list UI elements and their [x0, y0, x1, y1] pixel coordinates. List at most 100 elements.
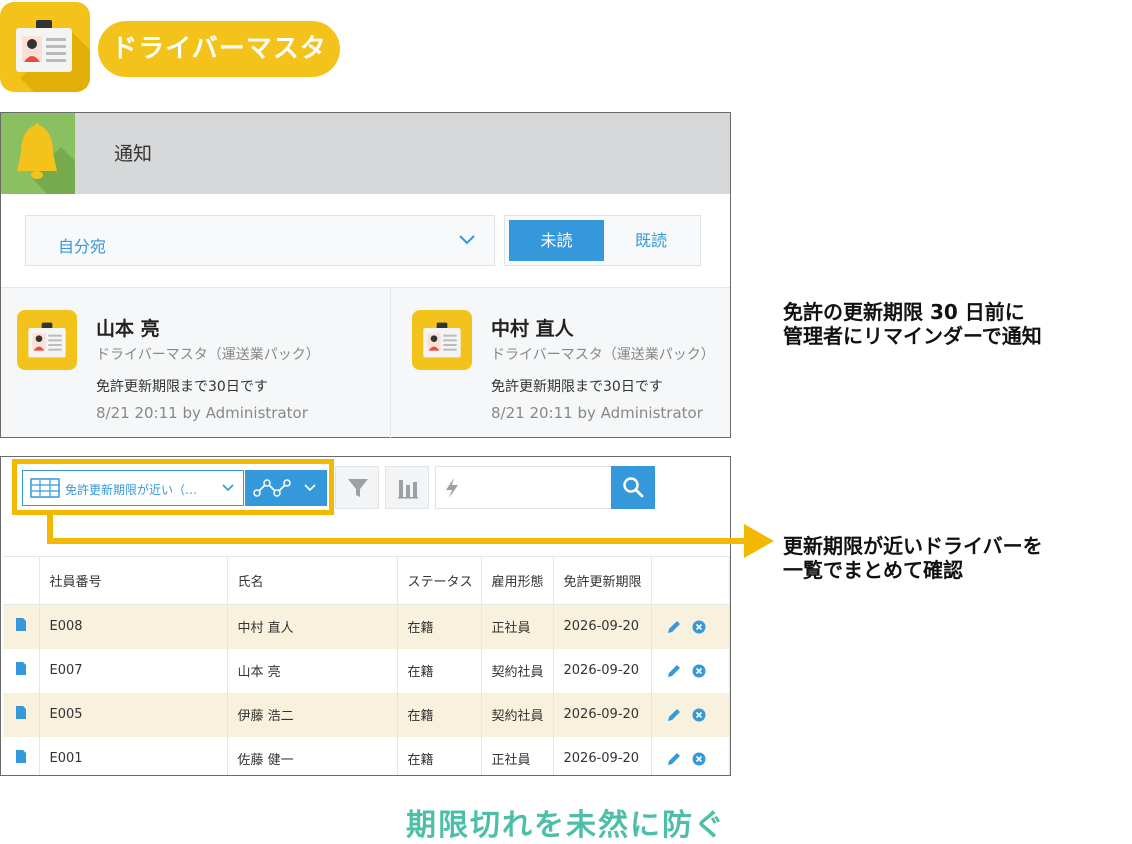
read-status-toggle: 未読 既読 [504, 215, 701, 266]
table-header-actions [651, 556, 730, 605]
recipient-filter-value: 自分宛 [58, 237, 107, 256]
read-tab[interactable]: 既読 [605, 220, 697, 261]
cell-license-expiry: 2026-09-20 [553, 648, 652, 693]
cell-license-expiry: 2026-09-20 [553, 692, 652, 737]
table-row: E008 中村 直人 在籍 正社員 2026-09-20 [3, 604, 730, 649]
search-input[interactable] [435, 466, 612, 509]
app-avatar [17, 310, 77, 370]
app-avatar [412, 310, 472, 370]
list-caption-line1: 更新期限が近いドライバーを [783, 534, 1043, 558]
list-caption-line2: 一覧でまとめて確認 [783, 558, 963, 582]
cell-status: 在籍 [397, 692, 482, 737]
record-table: 社員番号 氏名 ステータス 雇用形態 免許更新期限 E008 中村 直人 在籍 … [3, 556, 730, 775]
graph-select[interactable] [245, 470, 327, 506]
funnel-icon [348, 479, 368, 497]
notification-header: 通知 [1, 113, 730, 194]
cell-employment-type: 正社員 [481, 604, 554, 649]
notification-card[interactable]: 中村 直人 ドライバーマスタ（運送業パック） 免許更新期限まで30日です 8/2… [390, 288, 730, 438]
line-graph-icon [253, 479, 291, 497]
table-header-row: 社員番号 氏名 ステータス 雇用形態 免許更新期限 [3, 556, 730, 605]
cell-employment-type: 正社員 [481, 736, 554, 775]
chevron-down-icon [304, 484, 316, 492]
search-button[interactable] [611, 466, 655, 509]
table-icon [30, 478, 60, 498]
notification-card[interactable]: 山本 亮 ドライバーマスタ（運送業パック） 免許更新期限まで30日です 8/21… [1, 288, 365, 438]
cell-status: 在籍 [397, 604, 482, 649]
row-actions [651, 604, 730, 649]
document-icon [15, 706, 26, 719]
id-card-icon [28, 322, 66, 358]
column-header-employment-type[interactable]: 雇用形態 [481, 556, 554, 605]
delete-icon[interactable] [692, 664, 706, 678]
column-header-name[interactable]: 氏名 [227, 556, 398, 605]
table-row: E005 伊藤 浩二 在籍 契約社員 2026-09-20 [3, 692, 730, 737]
slogan: 期限切れを未然に防ぐ [406, 808, 726, 843]
notification-cards: 山本 亮 ドライバーマスタ（運送業パック） 免許更新期限まで30日です 8/21… [1, 287, 730, 438]
pencil-icon[interactable] [666, 619, 682, 635]
notification-message: 免許更新期限まで30日です [96, 379, 268, 395]
cell-employee-id: E005 [39, 692, 228, 737]
view-select-label: 免許更新期限が近い（… [65, 483, 198, 497]
arrow-right-icon [744, 524, 774, 558]
connector-line-horizontal [47, 538, 747, 544]
chart-button[interactable] [385, 466, 429, 509]
notify-caption: 免許の更新期限 30 日前に 管理者にリマインダーで通知 [783, 300, 1042, 348]
cell-name: 佐藤 健一 [227, 736, 398, 775]
bar-chart-icon [398, 480, 418, 499]
table-header-blank [3, 556, 40, 605]
delete-icon[interactable] [692, 708, 706, 722]
unread-tab[interactable]: 未読 [509, 220, 604, 261]
pencil-icon[interactable] [666, 751, 682, 767]
cell-employment-type: 契約社員 [481, 692, 554, 737]
column-header-license-expiry[interactable]: 免許更新期限 [553, 556, 652, 605]
recipient-filter-select[interactable]: 自分宛 [25, 215, 495, 266]
notification-panel: 通知 自分宛 未読 既読 山本 亮 ドライバーマスタ（運送業パック） 免許更新期… [0, 112, 731, 438]
cell-employment-type: 契約社員 [481, 648, 554, 693]
notification-name: 山本 亮 [96, 318, 160, 340]
delete-icon[interactable] [692, 752, 706, 766]
lightning-icon [446, 478, 458, 498]
cell-name: 中村 直人 [227, 604, 398, 649]
table-row: E001 佐藤 健一 在籍 正社員 2026-09-20 [3, 736, 730, 775]
pencil-icon[interactable] [666, 663, 682, 679]
record-detail-link[interactable] [3, 604, 40, 649]
notify-caption-line1: 免許の更新期限 30 日前に [783, 300, 1025, 324]
cell-status: 在籍 [397, 648, 482, 693]
notify-caption-line2: 管理者にリマインダーで通知 [783, 324, 1042, 348]
notification-message: 免許更新期限まで30日です [491, 379, 663, 395]
search-icon [623, 477, 644, 498]
record-detail-link[interactable] [3, 736, 40, 775]
pencil-icon[interactable] [666, 707, 682, 723]
cell-status: 在籍 [397, 736, 482, 775]
id-card-icon [16, 20, 72, 72]
document-icon [15, 750, 26, 763]
table-row: E007 山本 亮 在籍 契約社員 2026-09-20 [3, 648, 730, 693]
record-list-panel: 免許更新期限が近い（… 社員番号 氏名 ステータス 雇用形態 免許更新期限 E0… [0, 456, 731, 776]
cell-license-expiry: 2026-09-20 [553, 604, 652, 649]
bell-icon [17, 123, 75, 194]
notification-title: 通知 [114, 143, 153, 165]
row-actions [651, 648, 730, 693]
column-header-employee-id[interactable]: 社員番号 [39, 556, 228, 605]
notification-app: ドライバーマスタ（運送業パック） [491, 347, 715, 363]
cell-license-expiry: 2026-09-20 [553, 736, 652, 775]
filter-button[interactable] [335, 466, 379, 509]
cell-name: 伊藤 浩二 [227, 692, 398, 737]
id-card-icon [423, 322, 461, 358]
cell-name: 山本 亮 [227, 648, 398, 693]
record-detail-link[interactable] [3, 692, 40, 737]
row-actions [651, 736, 730, 775]
record-detail-link[interactable] [3, 648, 40, 693]
chevron-down-icon [459, 235, 475, 245]
notification-name: 中村 直人 [491, 318, 574, 340]
chevron-down-icon [222, 484, 234, 492]
cell-employee-id: E008 [39, 604, 228, 649]
column-header-status[interactable]: ステータス [397, 556, 482, 605]
view-select[interactable]: 免許更新期限が近い（… [22, 470, 244, 506]
notification-meta: 8/21 20:11 by Administrator [96, 404, 308, 422]
delete-icon[interactable] [692, 620, 706, 634]
notification-meta: 8/21 20:11 by Administrator [491, 404, 703, 422]
notification-app: ドライバーマスタ（運送業パック） [96, 347, 320, 363]
document-icon [15, 618, 26, 632]
app-icon [0, 2, 90, 92]
